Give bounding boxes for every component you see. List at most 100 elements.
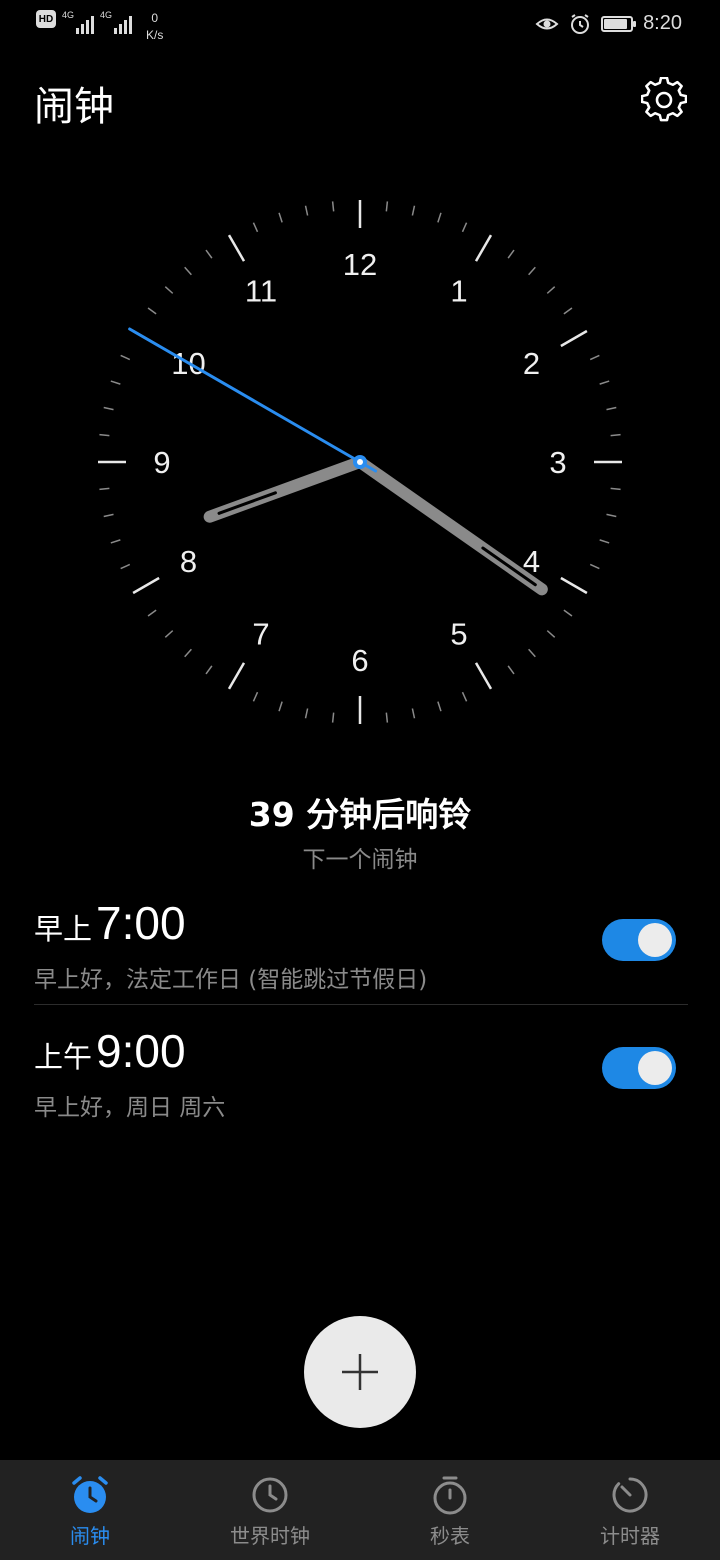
toggle-knob (638, 1051, 672, 1085)
clock-tick (599, 380, 610, 385)
eye-icon (535, 18, 559, 29)
signal-strength-sim1-icon: 4G (62, 10, 95, 34)
clock-tick (461, 222, 468, 233)
clock-tick (546, 286, 556, 294)
clock-tick (99, 487, 110, 491)
alarm-time: 7:00 (96, 897, 186, 949)
clock-tick (227, 662, 246, 690)
clock-tick (560, 329, 588, 348)
hd-badge: HD (36, 10, 56, 28)
clock-number: 6 (351, 643, 368, 678)
tab-label: 闹钟 (70, 1524, 110, 1548)
plus-icon (342, 1354, 378, 1390)
clock-tick (610, 433, 621, 437)
clock-tick (589, 563, 600, 570)
clock-tick (132, 576, 160, 595)
clock-tick (164, 630, 174, 638)
settings-button[interactable] (640, 76, 688, 124)
alarm-clock-icon (72, 1476, 108, 1513)
clock-tick (205, 665, 213, 675)
clock-tick (437, 701, 442, 712)
clock-tick (147, 307, 157, 315)
clock-tick (331, 201, 335, 212)
clock-tick (184, 266, 192, 276)
clock-number: 9 (153, 445, 170, 480)
countdown-text: 39 分钟后响铃 (248, 795, 472, 834)
analog-clock: 121234567891011 (98, 200, 622, 724)
clock-tick (563, 609, 573, 617)
tab-label: 计时器 (600, 1524, 660, 1548)
tab-timer[interactable]: 计时器 (540, 1460, 720, 1560)
clock-tick (103, 406, 114, 411)
clock-tick (99, 433, 110, 437)
tab-world-clock[interactable]: 世界时钟 (180, 1460, 360, 1560)
clock-tick (528, 266, 536, 276)
clock-tick (147, 609, 157, 617)
clock-number: 5 (450, 616, 467, 651)
alarm-time: 9:00 (96, 1025, 186, 1077)
clock-number: 12 (343, 247, 377, 282)
alarm-period: 早上 (34, 912, 93, 946)
clock-tick (278, 212, 283, 223)
gear-icon (641, 77, 687, 122)
clock-number: 7 (252, 616, 269, 651)
status-time: 8:20 (643, 12, 682, 34)
clock-tick (437, 212, 442, 223)
clock-tick (606, 406, 617, 411)
clock-tick (385, 201, 389, 212)
clock-tick (120, 354, 131, 361)
clock-center-dot (357, 459, 363, 465)
clock-tick (110, 539, 121, 544)
alarm-description: 早上好，法定工作日 (智能跳过节假日) (34, 967, 428, 993)
clock-tick (507, 665, 515, 675)
clock-tick (110, 380, 121, 385)
clock-tick (385, 712, 389, 723)
clock-tick (589, 354, 600, 361)
clock-tick (528, 648, 536, 658)
status-right: 8:20 (535, 12, 682, 35)
clock-tick (278, 701, 283, 712)
clock-tick (120, 563, 131, 570)
alarm-item[interactable]: 上午 9:00 早上好，周日 周六 (34, 1024, 686, 1144)
clock-tick (227, 234, 246, 262)
clock-number: 1 (450, 274, 467, 309)
clock-tick (304, 708, 309, 719)
clock-tick (184, 648, 192, 658)
alarm-period: 上午 (34, 1040, 93, 1074)
network-speed-value: 0 (151, 11, 159, 25)
network-type-label: 4G (100, 10, 113, 20)
status-bar: HD 4G 4G 0 K/s 8:20 (0, 0, 720, 50)
clock-tick (563, 307, 573, 315)
divider (34, 1004, 688, 1005)
clock-tick (599, 539, 610, 544)
page-title: 闹钟 (34, 84, 114, 130)
clock-tick (252, 691, 259, 702)
clock-tick (560, 576, 588, 595)
clock-tick (304, 205, 309, 216)
alarm-toggle[interactable] (602, 919, 676, 961)
clock-tick (474, 234, 493, 262)
clock-tick (205, 249, 213, 259)
network-type-label: 4G (62, 10, 75, 20)
clock-number: 2 (523, 346, 540, 381)
tab-label: 世界时钟 (230, 1524, 310, 1548)
add-alarm-button[interactable] (304, 1316, 416, 1428)
alarm-item[interactable]: 早上 7:00 早上好，法定工作日 (智能跳过节假日) (34, 896, 686, 1016)
signal-strength-sim2-icon: 4G (100, 10, 133, 34)
bottom-tab-bar: 闹钟 世界时钟 秒表 计时器 (0, 1460, 720, 1560)
tab-alarm[interactable]: 闹钟 (0, 1460, 180, 1560)
clock-tick (164, 286, 174, 294)
clock-number: 3 (549, 445, 566, 480)
clock-tick (507, 249, 515, 259)
clock-tick (461, 691, 468, 702)
status-left: HD 4G 4G 0 K/s (36, 10, 163, 44)
alarm-icon (571, 13, 590, 34)
hour-hand-inner (217, 491, 277, 515)
network-speed-unit: K/s (146, 28, 164, 42)
clock-tick (331, 712, 335, 723)
alarm-description: 早上好，周日 周六 (34, 1095, 226, 1121)
tab-label: 秒表 (430, 1524, 470, 1548)
alarm-toggle[interactable] (602, 1047, 676, 1089)
tab-stopwatch[interactable]: 秒表 (360, 1460, 540, 1560)
clock-tick (411, 708, 416, 719)
